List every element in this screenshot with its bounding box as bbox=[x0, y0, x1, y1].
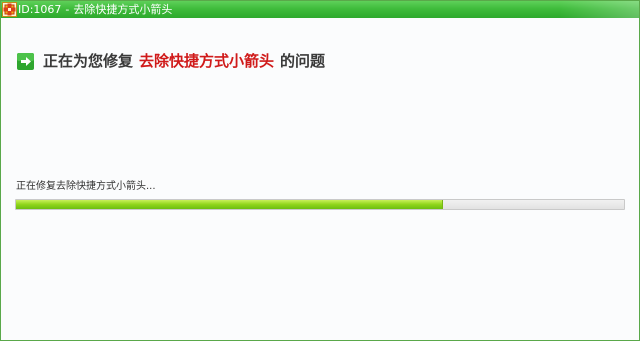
page-heading: 正在为您修复 去除快捷方式小箭头 的问题 bbox=[17, 51, 325, 71]
window-title: ID:1067- 去除快捷方式小箭头 bbox=[18, 3, 172, 16]
content-area: 正在为您修复 去除快捷方式小箭头 的问题 正在修复去除快捷方式小箭头... bbox=[1, 18, 639, 340]
arrow-right-icon bbox=[17, 52, 34, 70]
heading-highlight: 去除快捷方式小箭头 bbox=[139, 52, 275, 70]
title-bar-highlight bbox=[559, 1, 639, 18]
heading-prefix: 正在为您修复 bbox=[43, 52, 134, 70]
title-id: ID:1067 bbox=[18, 3, 62, 16]
repair-window: ID:1067- 去除快捷方式小箭头 正在为您修复 去除快捷方式小箭头 的问题 正… bbox=[0, 0, 640, 341]
progress-fill bbox=[16, 200, 443, 209]
status-text: 正在修复去除快捷方式小箭头... bbox=[16, 181, 156, 192]
app-logo-icon bbox=[2, 2, 17, 17]
title-bar[interactable]: ID:1067- 去除快捷方式小箭头 bbox=[1, 1, 639, 18]
heading-suffix: 的问题 bbox=[280, 52, 326, 70]
progress-bar bbox=[15, 199, 625, 210]
title-separator: - bbox=[65, 3, 70, 16]
title-name: 去除快捷方式小箭头 bbox=[73, 3, 173, 16]
